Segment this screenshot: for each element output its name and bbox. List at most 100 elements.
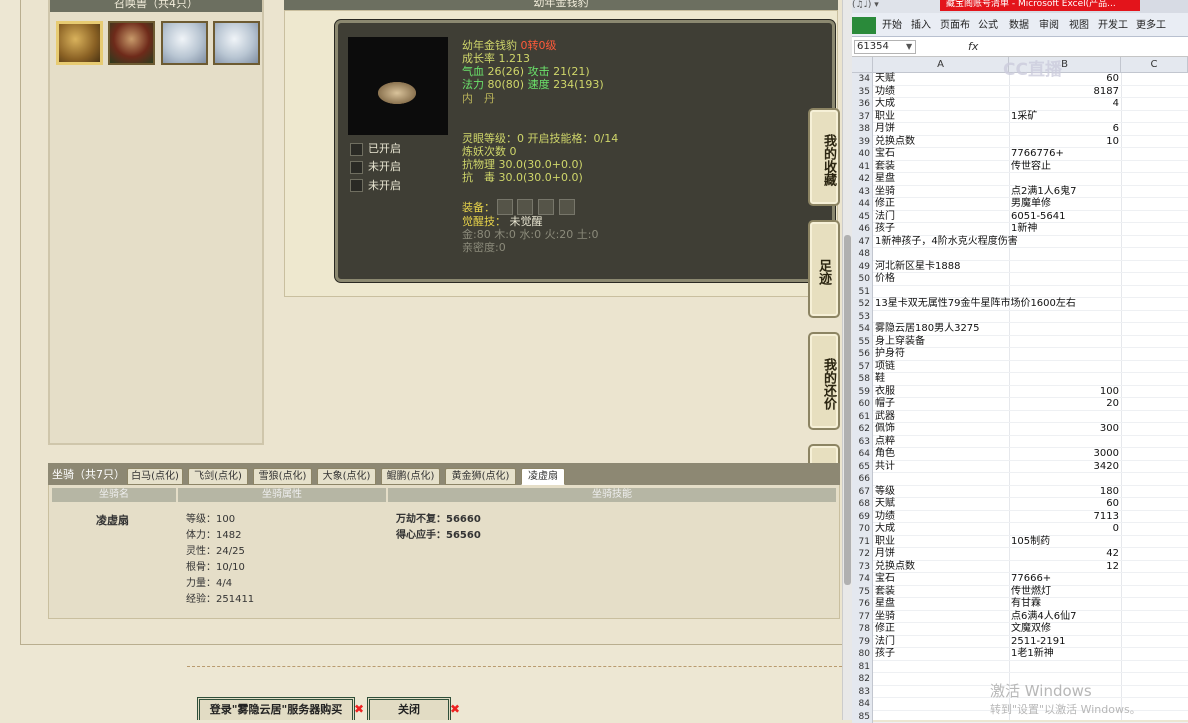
sheet-row[interactable]: 月饼42 [873,548,1188,561]
cell-a[interactable]: 帽子 [875,398,895,411]
row-header[interactable]: 34 [852,73,873,86]
sheet-row[interactable]: 衣服100 [873,386,1188,399]
cell-a[interactable]: 坐骑 [875,611,895,624]
cell-a[interactable]: 兑换点数 [875,561,915,574]
row-header[interactable]: 63 [852,436,873,449]
row-header[interactable]: 38 [852,123,873,136]
close-icon-2[interactable]: ✖ [450,702,460,716]
sheet-row[interactable]: 兑换点数10 [873,136,1188,149]
row-header[interactable]: 37 [852,111,873,124]
ribbon-file-tab[interactable] [852,17,876,34]
row-header[interactable]: 59 [852,386,873,399]
equip-slot-icon-4[interactable] [559,199,575,215]
cell-a[interactable]: 功绩 [875,511,895,524]
sheet-row[interactable]: 13星卡双无属性79金牛星阵市场价1600左右 [873,298,1188,311]
leopard-avatar[interactable] [56,21,103,65]
skill-slot-icon[interactable] [350,143,363,156]
row-header[interactable]: 70 [852,523,873,536]
sheet-row[interactable] [873,661,1188,674]
function-icon[interactable]: fx [968,40,978,53]
tab-mount-1[interactable]: 飞剑(点化) [188,468,248,485]
row-header[interactable]: 44 [852,198,873,211]
row-header[interactable]: 52 [852,298,873,311]
row-header[interactable]: 58 [852,373,873,386]
sheet-row[interactable]: 职业1采矿 [873,111,1188,124]
cell-a[interactable]: 大成 [875,98,895,111]
sheet-row[interactable]: 套装传世容止 [873,161,1188,174]
buy-on-server-button[interactable]: 登录"雾隐云居"服务器购买 [197,697,355,720]
sheet-row[interactable]: 职业 105制药 [873,536,1188,549]
cell-a[interactable]: 价格 [875,273,895,286]
cell-a[interactable]: 等级 [875,486,895,499]
sheet-row[interactable]: 身上穿装备 [873,336,1188,349]
cell-b[interactable]: 1老1新神 [1011,648,1054,661]
cell-b[interactable]: 105制药 [1011,536,1050,549]
sheet-row[interactable]: 功绩8187 [873,86,1188,99]
cell-a[interactable]: 职业 [875,111,895,124]
cell-a[interactable]: 武器 [875,411,895,424]
row-header[interactable]: 67 [852,486,873,499]
cell-a[interactable]: 套装 [875,161,895,174]
sheet-row[interactable]: 护身符 [873,348,1188,361]
sheet-row[interactable] [873,286,1188,299]
row-header[interactable]: 84 [852,698,873,711]
cell-b[interactable]: 77666+ [1011,573,1051,586]
row-header[interactable]: 60 [852,398,873,411]
tab-mount-4[interactable]: 鲲鹏(点化) [381,468,440,485]
row-header[interactable]: 45 [852,211,873,224]
row-header[interactable]: 85 [852,711,873,723]
cell-b[interactable]: 0 [1011,523,1119,536]
cell-a[interactable]: 修正 [875,623,895,636]
cell-a[interactable]: 共计 [875,461,895,474]
sheet-row[interactable]: 河北新区星卡1888 [873,261,1188,274]
sheet-row[interactable]: 等级 180 [873,486,1188,499]
cell-b[interactable]: 3420 [1011,461,1119,474]
equip-slot-icon[interactable] [497,199,513,215]
tab-developer[interactable]: 开发工 [1095,17,1131,34]
cell-b[interactable]: 7766776+ [1011,148,1064,161]
tab-mount-0[interactable]: 白马(点化) [127,468,183,485]
select-all-corner[interactable] [852,57,873,73]
my-favorites-button[interactable]: 我的收藏 [808,108,840,206]
sheet-row[interactable]: 角色3000 [873,448,1188,461]
tab-insert[interactable]: 插入 [907,17,935,34]
quick-access-toolbar[interactable]: (♫♩) ▾ [852,0,940,13]
row-header[interactable]: 36 [852,98,873,111]
row-header[interactable]: 71 [852,536,873,549]
tab-review[interactable]: 审阅 [1035,17,1063,34]
cell-b[interactable]: 1新神 [1011,223,1037,236]
cell-a[interactable]: 大成 [875,523,895,536]
row-header[interactable]: 64 [852,448,873,461]
row-header[interactable]: 72 [852,548,873,561]
row-header[interactable]: 49 [852,261,873,274]
sheet-row[interactable]: 月饼6 [873,123,1188,136]
equip-slot-icon-3[interactable] [538,199,554,215]
cell-b[interactable]: 6051-5641 [1011,211,1066,224]
cell-b[interactable]: 7113 [1011,511,1119,524]
sheet-row[interactable]: 修正男魔单修 [873,198,1188,211]
cell-a[interactable]: 法门 [875,636,895,649]
cell-b[interactable]: 10 [1011,136,1119,149]
cell-b[interactable]: 3000 [1011,448,1119,461]
cell-a[interactable]: 星盘 [875,173,895,186]
cell-a[interactable]: 职业 [875,536,895,549]
cell-a[interactable]: 河北新区星卡1888 [875,261,960,274]
cell-a[interactable]: 雾隐云居180男人3275 [875,323,980,336]
col-header-a[interactable]: A [873,57,1009,73]
cell-b[interactable]: 8187 [1011,86,1119,99]
row-header[interactable]: 46 [852,223,873,236]
row-header[interactable]: 56 [852,348,873,361]
cell-b[interactable]: 2511-2191 [1011,636,1066,649]
cell-a[interactable]: 1新神孩子，4阶水克火程度伤害 [875,236,1018,249]
cell-b[interactable]: 文魔双修 [1011,623,1051,636]
sheet-row[interactable]: 套装传世燃灯 [873,586,1188,599]
skill-slot-icon-3[interactable] [350,179,363,192]
cell-a[interactable]: 月饼 [875,548,895,561]
cell-b[interactable]: 180 [1011,486,1119,499]
white-beast-avatar[interactable] [161,21,208,65]
tab-data[interactable]: 数据 [1005,17,1033,34]
close-icon[interactable]: ✖ [354,702,364,716]
sheet-row[interactable]: 坐骑点6满4人6仙7 [873,611,1188,624]
cell-b[interactable]: 男魔单修 [1011,198,1051,211]
sheet-row[interactable]: 法门 2511-2191 [873,636,1188,649]
